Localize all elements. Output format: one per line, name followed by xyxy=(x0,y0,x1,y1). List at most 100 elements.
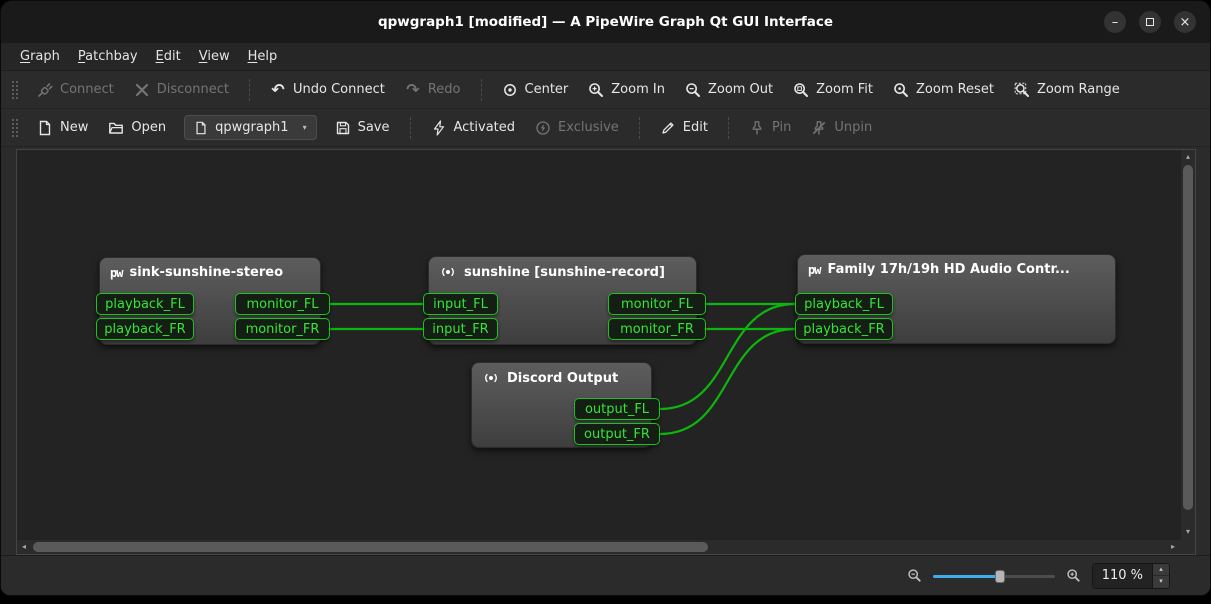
port-input-fl[interactable]: input_FL xyxy=(423,293,498,315)
lightning-icon xyxy=(431,120,447,136)
undo-label: Undo Connect xyxy=(293,82,385,97)
new-button[interactable]: New xyxy=(28,114,97,142)
activated-button[interactable]: Activated xyxy=(422,114,525,142)
zoom-spinbox[interactable]: 110 % ▴ ▾ xyxy=(1092,563,1170,589)
zoom-range-button[interactable]: Zoom Range xyxy=(1005,76,1129,104)
port-playback-fl[interactable]: playback_FL xyxy=(96,293,194,315)
zoom-fit-icon xyxy=(793,82,809,98)
port-playback-fr[interactable]: playback_FR xyxy=(96,318,194,340)
toolbar-separator xyxy=(249,79,250,101)
titlebar[interactable]: qpwgraph1 [modified] — A PipeWire Graph … xyxy=(1,1,1210,43)
zoom-in-mini-icon xyxy=(1066,568,1081,583)
scrollbar-corner xyxy=(1180,539,1195,554)
scroll-up-arrow[interactable]: ▴ xyxy=(1181,150,1195,164)
port-output-fl[interactable]: output_FL xyxy=(574,398,660,420)
zoom-value: 110 % xyxy=(1093,564,1152,588)
node-title: sunshine [sunshine-record] xyxy=(464,265,665,280)
zoom-out-label: Zoom Out xyxy=(708,82,773,97)
zoom-fit-button[interactable]: Zoom Fit xyxy=(784,76,882,104)
menu-patchbay[interactable]: Patchbay xyxy=(69,43,147,70)
app-window: qpwgraph1 [modified] — A PipeWire Graph … xyxy=(0,0,1211,596)
node-family-hd-audio[interactable]: pw Family 17h/19h HD Audio Contr... play… xyxy=(797,254,1116,344)
port-output-fr[interactable]: output_FR xyxy=(574,423,660,445)
disconnect-button[interactable]: Disconnect xyxy=(125,76,238,104)
menubar: Graph Patchbay Edit View Help xyxy=(1,43,1210,71)
menu-view[interactable]: View xyxy=(190,43,239,70)
zoom-slider-handle[interactable] xyxy=(995,570,1005,583)
save-label: Save xyxy=(358,120,390,135)
spin-down-button[interactable]: ▾ xyxy=(1153,576,1169,588)
audio-stream-icon xyxy=(482,370,500,386)
patchbay-combobox-value: qpwgraph1 xyxy=(215,120,288,135)
exclusive-button[interactable]: Exclusive xyxy=(526,114,628,142)
window-title: qpwgraph1 [modified] — A PipeWire Graph … xyxy=(378,14,833,30)
node-sunshine[interactable]: sunshine [sunshine-record] input_FL inpu… xyxy=(428,256,697,345)
open-button[interactable]: Open xyxy=(99,114,175,142)
pin-button[interactable]: Pin xyxy=(740,114,800,142)
menu-graph[interactable]: Graph xyxy=(11,43,69,70)
vertical-scrollbar[interactable]: ▴ ▾ xyxy=(1180,150,1195,539)
undo-connect-button[interactable]: ↶ Undo Connect xyxy=(261,76,394,103)
window-controls: – × xyxy=(1104,1,1196,43)
toolbar-separator xyxy=(410,117,411,139)
edit-button[interactable]: Edit xyxy=(651,114,717,142)
connect-label: Connect xyxy=(60,82,114,97)
center-button[interactable]: Center xyxy=(493,76,578,104)
port-input-fr[interactable]: input_FR xyxy=(423,318,498,340)
maximize-button[interactable] xyxy=(1139,11,1161,33)
node-discord-output[interactable]: Discord Output output_FL output_FR xyxy=(471,362,652,448)
edit-label: Edit xyxy=(683,120,708,135)
port-monitor-fr[interactable]: monitor_FR xyxy=(235,318,330,340)
pin-label: Pin xyxy=(772,120,791,135)
scroll-down-arrow[interactable]: ▾ xyxy=(1181,525,1195,539)
port-monitor-fr[interactable]: monitor_FR xyxy=(608,318,706,340)
horizontal-scrollbar[interactable]: ◂ ▸ xyxy=(17,539,1180,554)
unpin-icon xyxy=(811,120,827,136)
zoom-reset-icon xyxy=(893,82,909,98)
horizontal-scrollbar-thumb[interactable] xyxy=(33,542,708,552)
toolbar-drag-handle[interactable] xyxy=(10,79,18,101)
chevron-down-icon: ▾ xyxy=(303,123,307,132)
port-playback-fl[interactable]: playback_FL xyxy=(795,293,893,315)
zoom-slider-fill xyxy=(933,575,1000,578)
zoom-in-label: Zoom In xyxy=(611,82,665,97)
patchbay-combobox[interactable]: qpwgraph1 ▾ xyxy=(184,115,316,140)
port-monitor-fl[interactable]: monitor_FL xyxy=(608,293,706,315)
redo-button[interactable]: ↷ Redo xyxy=(396,76,470,103)
patchbay-file-icon xyxy=(194,121,208,135)
audio-stream-icon xyxy=(439,264,457,280)
redo-icon: ↷ xyxy=(405,83,421,97)
scroll-right-arrow[interactable]: ▸ xyxy=(1166,540,1180,554)
zoom-reset-button[interactable]: Zoom Reset xyxy=(884,76,1003,104)
zoom-range-label: Zoom Range xyxy=(1037,82,1120,97)
spin-up-button[interactable]: ▴ xyxy=(1153,564,1169,577)
toolbar-separator xyxy=(639,117,640,139)
zoom-slider[interactable] xyxy=(933,567,1055,585)
vertical-scrollbar-thumb[interactable] xyxy=(1183,165,1193,510)
menu-help[interactable]: Help xyxy=(239,43,287,70)
zoom-out-button[interactable]: Zoom Out xyxy=(676,76,782,104)
save-button[interactable]: Save xyxy=(326,114,399,142)
close-icon: × xyxy=(1180,16,1191,29)
toolbar-graph: Connect Disconnect ↶ Undo Connect ↷ Redo… xyxy=(1,71,1210,109)
zoom-in-button[interactable]: Zoom In xyxy=(579,76,674,104)
close-button[interactable]: × xyxy=(1174,11,1196,33)
minimize-icon: – xyxy=(1112,16,1119,29)
port-playback-fr[interactable]: playback_FR xyxy=(795,318,893,340)
port-monitor-fl[interactable]: monitor_FL xyxy=(235,293,330,315)
toolbar-separator xyxy=(728,117,729,139)
toolbar-patchbay: New Open qpwgraph1 ▾ Save Activated Excl… xyxy=(1,109,1210,147)
node-sink-sunshine-stereo[interactable]: pw sink-sunshine-stereo playback_FL play… xyxy=(99,257,321,345)
zoom-out-icon xyxy=(685,82,701,98)
toolbar-drag-handle[interactable] xyxy=(10,117,18,139)
connect-button[interactable]: Connect xyxy=(28,76,123,104)
scroll-left-arrow[interactable]: ◂ xyxy=(17,540,31,554)
menu-edit[interactable]: Edit xyxy=(147,43,190,70)
pipewire-icon: pw xyxy=(110,267,122,279)
zoom-reset-label: Zoom Reset xyxy=(916,82,994,97)
minimize-button[interactable]: – xyxy=(1104,11,1126,33)
zoom-fit-label: Zoom Fit xyxy=(816,82,873,97)
graph-canvas[interactable]: pw sink-sunshine-stereo playback_FL play… xyxy=(17,150,1180,539)
unpin-button[interactable]: Unpin xyxy=(802,114,881,142)
node-header: Discord Output xyxy=(472,363,651,393)
